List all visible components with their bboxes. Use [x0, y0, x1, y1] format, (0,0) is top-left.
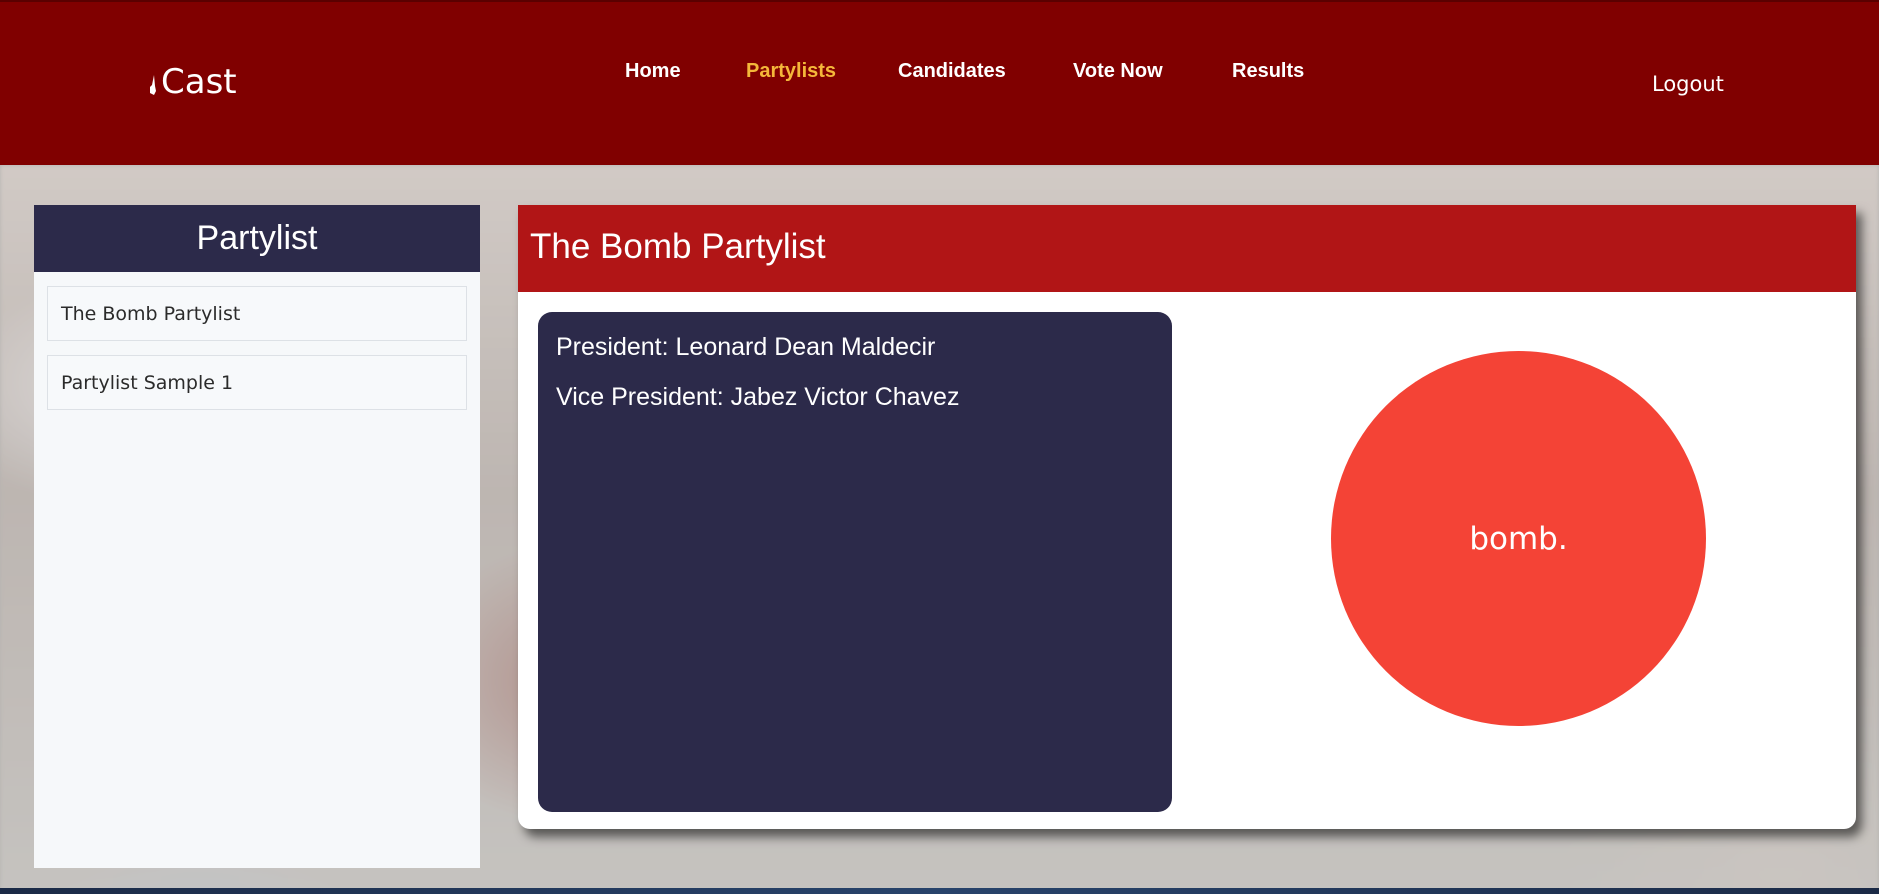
bottom-strip	[0, 888, 1879, 894]
nav-candidates[interactable]: Candidates	[898, 60, 1006, 83]
sidebar-title: Partylist	[34, 205, 480, 272]
sidebar-item-the-bomb-partylist[interactable]: The Bomb Partylist	[47, 286, 467, 341]
nav-vote-now[interactable]: Vote Now	[1073, 60, 1163, 83]
sidebar-item-partylist-sample-1[interactable]: Partylist Sample 1	[47, 355, 467, 410]
partylist-logo: bomb.	[1331, 351, 1706, 726]
nav-results[interactable]: Results	[1232, 60, 1304, 83]
partylist-detail-card: The Bomb Partylist President: Leonard De…	[518, 205, 1856, 829]
nav-home[interactable]: Home	[625, 60, 681, 83]
partylist-sidebar: Partylist The Bomb Partylist Partylist S…	[34, 205, 480, 868]
president-text: President: Leonard Dean Maldecir	[556, 333, 936, 361]
top-header: Cast Home Partylists Candidates Vote Now…	[0, 0, 1879, 165]
sidebar-list: The Bomb Partylist Partylist Sample 1	[34, 272, 480, 438]
nav-partylists[interactable]: Partylists	[746, 60, 836, 83]
partylist-logo-text: bomb.	[1469, 520, 1568, 557]
officers-panel: President: Leonard Dean Maldecir Vice Pr…	[538, 312, 1172, 812]
logout-link[interactable]: Logout	[1652, 72, 1724, 96]
hand-vote-icon	[150, 75, 156, 95]
vice-president-text: Vice President: Jabez Victor Chavez	[556, 383, 960, 411]
partylist-title: The Bomb Partylist	[518, 205, 1856, 292]
app-logo-text: Cast	[161, 62, 237, 102]
app-logo[interactable]: Cast	[148, 62, 237, 102]
